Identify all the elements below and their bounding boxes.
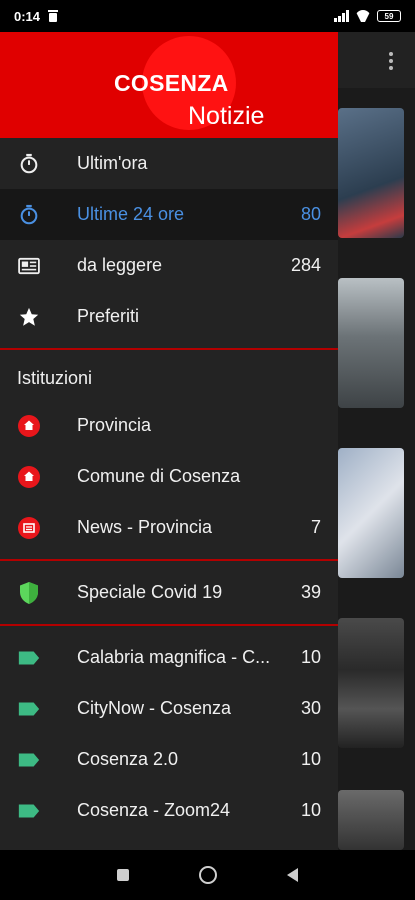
article-thumbnail[interactable] (338, 108, 404, 238)
menu-item-label: Comune di Cosenza (77, 466, 241, 486)
menu-item-count: 80 (300, 204, 321, 224)
menu-item-ultime-24-ore[interactable]: Ultime 24 ore 80 (0, 189, 338, 240)
stopwatch-icon (17, 203, 41, 227)
menu-item-label: News - Provincia (77, 517, 213, 537)
menu-item-comune-di-cosenza[interactable]: Comune di Cosenza (0, 451, 338, 502)
article-thumbnail[interactable] (338, 618, 404, 748)
wifi-icon (355, 10, 371, 22)
menu-item-news-provincia[interactable]: News - Provincia 7 (0, 502, 338, 553)
divider (0, 559, 338, 561)
menu-item-count: 7 (310, 517, 321, 537)
signal-icon (334, 10, 349, 22)
menu-item-count: 10 (300, 749, 321, 769)
divider (0, 348, 338, 350)
tag-icon (17, 799, 41, 823)
home-button[interactable] (199, 866, 217, 884)
tag-icon (17, 697, 41, 721)
back-button[interactable] (287, 868, 298, 882)
drawer-header: COSENZA Notizie (0, 32, 338, 138)
home-red-icon (17, 465, 41, 489)
menu-item-label: Ultim'ora (77, 153, 148, 173)
menu-item-count: 30 (300, 698, 321, 718)
star-icon (17, 305, 41, 329)
shield-icon (17, 581, 41, 605)
status-time: 0:14 (14, 8, 41, 24)
trash-icon (48, 10, 59, 22)
status-bar: 0:14 59 (0, 0, 415, 32)
home-red-icon (17, 414, 41, 438)
menu-item-provincia[interactable]: Provincia (0, 400, 338, 451)
background-toolbar (338, 32, 415, 88)
menu-item-count: 10 (300, 647, 321, 667)
newspaper-icon (17, 254, 41, 278)
divider (0, 624, 338, 626)
brand-logo-top: COSENZA (114, 70, 229, 96)
menu-item-citynow[interactable]: CityNow - Cosenza 30 (0, 683, 338, 734)
menu-item-label: CityNow - Cosenza (77, 698, 232, 718)
battery-icon: 59 (377, 10, 401, 22)
menu-item-label: da leggere (77, 255, 163, 275)
recents-button[interactable] (117, 869, 129, 881)
menu-item-cosenza-zoom24[interactable]: Cosenza - Zoom24 10 (0, 785, 338, 836)
menu-item-count: 10 (300, 800, 321, 820)
system-navigation-bar (0, 850, 415, 900)
article-thumbnail[interactable] (338, 278, 404, 408)
stopwatch-icon (17, 152, 41, 176)
menu-item-ultimora[interactable]: Ultim'ora (0, 138, 338, 189)
menu-item-label: Provincia (77, 415, 152, 435)
menu-item-label: Preferiti (77, 306, 140, 326)
menu-item-cosenza-2-0[interactable]: Cosenza 2.0 10 (0, 734, 338, 785)
navigation-drawer: COSENZA Notizie Ultim'ora Ultime 24 ore … (0, 32, 338, 850)
menu-item-label: Cosenza 2.0 (77, 749, 179, 769)
brand-logo-bottom: Notizie (188, 102, 265, 130)
menu-item-count: 284 (290, 255, 321, 275)
menu-item-count: 39 (300, 582, 321, 602)
menu-item-speciale-covid[interactable]: Speciale Covid 19 39 (0, 567, 338, 618)
menu-item-label: Calabria magnifica - C... (77, 647, 271, 667)
overflow-menu-icon[interactable] (389, 52, 393, 70)
menu-item-calabria-magnifica[interactable]: Calabria magnifica - C... 10 (0, 632, 338, 683)
section-title-istituzioni: Istituzioni (17, 367, 93, 388)
menu-item-label: Speciale Covid 19 (77, 582, 223, 602)
tag-icon (17, 646, 41, 670)
tag-icon (17, 748, 41, 772)
article-thumbnail[interactable] (338, 448, 404, 578)
news-red-icon (17, 516, 41, 540)
menu-item-label: Cosenza - Zoom24 (77, 800, 231, 820)
menu-item-label: Ultime 24 ore (77, 204, 185, 224)
menu-item-da-leggere[interactable]: da leggere 284 (0, 240, 338, 291)
article-thumbnail[interactable] (338, 790, 404, 850)
menu-item-preferiti[interactable]: Preferiti (0, 291, 338, 342)
